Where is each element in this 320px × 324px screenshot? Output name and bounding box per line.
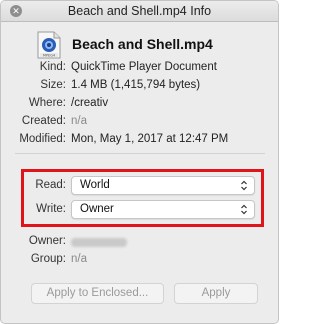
size-value: 1.4 MB (1,415,794 bytes) [71, 79, 201, 91]
info-row-kind: Kind: QuickTime Player Document [1, 61, 278, 77]
title-bar[interactable]: ✕ Beach and Shell.mp4 Info [1, 1, 278, 22]
size-label: Size: [40, 79, 66, 91]
kind-label: Kind: [39, 61, 66, 73]
up-down-chevron-icon [241, 180, 247, 191]
write-permission-row: Write: Owner [1, 200, 278, 220]
read-permission-value: World [80, 179, 110, 191]
where-value: /creativ [71, 97, 109, 109]
info-row-modified: Modified: Mon, May 1, 2017 at 12:47 PM [1, 133, 278, 149]
info-window: ✕ Beach and Shell.mp4 Info MPEG4 Beach a… [0, 0, 279, 324]
group-value: n/a [71, 253, 87, 265]
owner-value-redacted [71, 238, 127, 247]
up-down-chevron-icon [241, 204, 247, 215]
read-permission-row: Read: World [1, 176, 278, 196]
read-label: Read: [35, 179, 66, 191]
group-label: Group: [30, 253, 66, 265]
info-row-where: Where: /creativ [1, 97, 278, 113]
owner-label: Owner: [28, 235, 66, 247]
where-label: Where: [28, 97, 66, 109]
created-label: Created: [21, 115, 66, 127]
write-permission-select[interactable]: Owner [71, 200, 255, 219]
quicktime-movie-icon: MPEG4 [37, 31, 61, 59]
file-name: Beach and Shell.mp4 [72, 36, 213, 52]
info-row-size: Size: 1.4 MB (1,415,794 bytes) [1, 79, 278, 95]
section-divider [15, 153, 265, 154]
modified-label: Modified: [19, 133, 66, 145]
apply-button[interactable]: Apply [174, 283, 258, 304]
modified-value: Mon, May 1, 2017 at 12:47 PM [71, 133, 229, 145]
write-permission-value: Owner [80, 203, 114, 215]
kind-value: QuickTime Player Document [71, 61, 217, 73]
owner-row: Owner: [1, 235, 278, 251]
created-value: n/a [71, 115, 87, 127]
group-row: Group: n/a [1, 253, 278, 269]
svg-text:MPEG4: MPEG4 [43, 54, 56, 58]
window-title: Beach and Shell.mp4 Info [67, 4, 212, 18]
write-label: Write: [36, 203, 66, 215]
info-row-created: Created: n/a [1, 115, 278, 131]
apply-to-enclosed-button[interactable]: Apply to Enclosed... [31, 283, 164, 304]
read-permission-select[interactable]: World [71, 176, 255, 195]
